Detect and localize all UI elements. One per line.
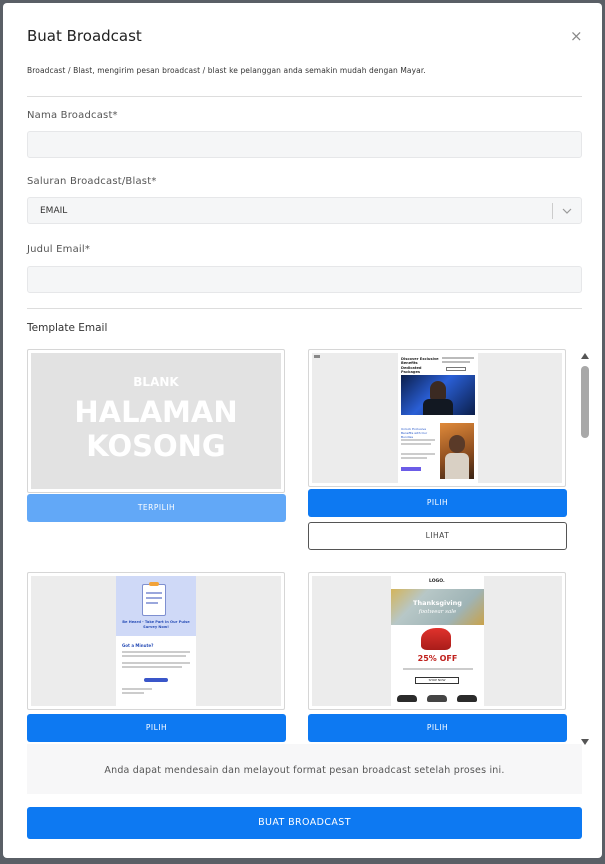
- preview-subheading: Got a Minute?: [122, 643, 154, 648]
- preview-subheading: Unlock Exclusive Benefits with Our Bundl…: [401, 427, 428, 439]
- divider: [27, 308, 582, 309]
- preview-text-line: [122, 655, 186, 657]
- template-thumbnail: BLANK HALAMAN KOSONG: [31, 353, 281, 489]
- email-preview: Discover Exclusive Benefits Dedicated Pa…: [398, 353, 478, 483]
- preview-text-line: [122, 688, 152, 690]
- broadcast-name-input[interactable]: [27, 131, 582, 158]
- channel-select[interactable]: EMAIL: [27, 197, 582, 224]
- design-info-note: Anda dapat mendesain dan melayout format…: [27, 744, 582, 794]
- preview-person: [449, 435, 465, 453]
- preview-person-body: [445, 453, 469, 479]
- preview-text-line: [401, 443, 431, 445]
- broadcast-name-label: Nama Broadcast*: [27, 110, 118, 121]
- preview-text-line: [122, 662, 190, 664]
- template-thumbnail: Be Heard - Take Part in Our Pulse Survey…: [31, 576, 281, 706]
- channel-selected-value: EMAIL: [40, 206, 68, 216]
- preview-text-line: [401, 457, 427, 459]
- create-broadcast-button[interactable]: BUAT BROADCAST: [27, 807, 582, 839]
- select-separator: [552, 203, 553, 219]
- preview-button: [401, 467, 421, 471]
- close-icon[interactable]: ×: [570, 27, 583, 45]
- template-card-discover[interactable]: Discover Exclusive Benefits Dedicated Pa…: [308, 349, 566, 487]
- template-section-title: Template Email: [27, 322, 108, 334]
- modal-description: Broadcast / Blast, mengirim pesan broadc…: [27, 66, 426, 75]
- email-subject-input[interactable]: [27, 266, 582, 293]
- preview-cta: SHOP NOW: [415, 677, 459, 684]
- modal-title: Buat Broadcast: [27, 27, 142, 45]
- preview-heading: Discover Exclusive Benefits Dedicated Pa…: [401, 357, 439, 375]
- template-choose-button[interactable]: PILIH: [27, 714, 286, 742]
- preview-heading: Be Heard - Take Part in Our Pulse Survey…: [122, 620, 190, 629]
- chevron-down-icon[interactable]: [561, 205, 573, 217]
- template-card-survey[interactable]: Be Heard - Take Part in Our Pulse Survey…: [27, 572, 285, 710]
- preview-clip: [149, 582, 159, 586]
- template-selected-button[interactable]: TERPILIH: [27, 494, 286, 522]
- templates-scrollbar[interactable]: [580, 351, 590, 747]
- preview-text-line: [146, 592, 162, 594]
- preview-text-line: [122, 651, 190, 653]
- scroll-down-icon[interactable]: [581, 739, 589, 745]
- template-view-button[interactable]: LIHAT: [308, 522, 567, 550]
- preview-shoe: [397, 695, 417, 702]
- template-card-thanksgiving[interactable]: LOGO. Thanksgiving footwear sale 25% OFF…: [308, 572, 566, 710]
- preview-button: [144, 678, 168, 682]
- template-card-blank[interactable]: BLANK HALAMAN KOSONG: [27, 349, 285, 493]
- preview-text-line: [122, 666, 182, 668]
- template-thumbnail: LOGO. Thanksgiving footwear sale 25% OFF…: [312, 576, 562, 706]
- preview-text-line: [401, 453, 435, 455]
- preview-person: [430, 381, 446, 401]
- email-subject-label: Judul Email*: [27, 244, 91, 255]
- scroll-up-icon[interactable]: [581, 353, 589, 359]
- channel-label: Saluran Broadcast/Blast*: [27, 176, 157, 187]
- preview-shoe: [421, 628, 451, 650]
- template-thumbnail: Discover Exclusive Benefits Dedicated Pa…: [312, 353, 562, 483]
- email-preview: LOGO. Thanksgiving footwear sale 25% OFF…: [391, 576, 484, 706]
- preview-banner: Thanksgiving footwear sale: [391, 589, 484, 625]
- create-broadcast-modal: Buat Broadcast × Broadcast / Blast, meng…: [3, 3, 602, 858]
- preview-discount: 25% OFF: [417, 654, 458, 663]
- preview-text-line: [146, 597, 162, 599]
- preview-heading: Thanksgiving: [413, 599, 462, 607]
- blank-title-line2: KOSONG: [86, 429, 226, 463]
- preview-text-line: [442, 361, 470, 363]
- blank-label: BLANK: [133, 375, 179, 389]
- preview-logo: LOGO.: [429, 579, 445, 584]
- divider: [27, 96, 582, 97]
- template-choose-button[interactable]: PILIH: [308, 489, 567, 517]
- preview-text-line: [122, 692, 144, 694]
- blank-title-line1: HALAMAN: [74, 395, 238, 429]
- preview-text-line: [442, 357, 474, 359]
- preview-image: [401, 375, 475, 415]
- scrollbar-thumb[interactable]: [581, 366, 589, 438]
- email-preview: Be Heard - Take Part in Our Pulse Survey…: [116, 576, 196, 706]
- preview-shoe: [457, 695, 477, 702]
- preview-person-body: [423, 399, 453, 415]
- template-choose-button[interactable]: PILIH: [308, 714, 567, 742]
- preview-text-line: [401, 439, 435, 441]
- preview-clipboard: [142, 584, 166, 616]
- preview-image: [440, 423, 474, 479]
- preview-button: [446, 367, 466, 371]
- preview-script: footwear sale: [418, 609, 457, 615]
- preview-text-line: [403, 668, 473, 670]
- preview-shoe: [427, 695, 447, 702]
- mini-logo: [314, 355, 320, 358]
- preview-text-line: [146, 602, 158, 604]
